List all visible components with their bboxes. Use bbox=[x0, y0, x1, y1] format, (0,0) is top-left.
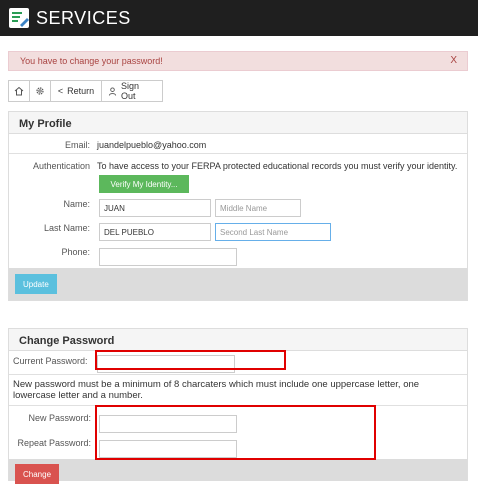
top-navbar: SERVICES bbox=[0, 0, 478, 36]
phone-label: Phone: bbox=[61, 247, 90, 257]
toolbar: < Return Sign Out bbox=[8, 80, 163, 102]
user-icon bbox=[108, 86, 117, 96]
current-password-label: Current Password: bbox=[13, 356, 88, 366]
password-rule-text: New password must be a minimum of 8 char… bbox=[13, 379, 420, 401]
phone-input[interactable] bbox=[99, 248, 237, 266]
settings-button[interactable] bbox=[29, 80, 51, 102]
profile-heading: My Profile bbox=[9, 112, 467, 134]
home-icon bbox=[14, 86, 24, 96]
middle-name-input[interactable] bbox=[215, 199, 301, 217]
last-name-label: Last Name: bbox=[43, 223, 90, 233]
services-logo-icon bbox=[8, 7, 30, 29]
first-name-input[interactable] bbox=[99, 199, 211, 217]
auth-label: Authentication bbox=[32, 161, 90, 171]
highlight-current-password bbox=[95, 350, 286, 370]
new-password-label: New Password: bbox=[28, 413, 91, 423]
divider bbox=[9, 374, 467, 375]
password-footer: Change bbox=[9, 459, 467, 484]
verify-identity-button[interactable]: Verify My Identity... bbox=[99, 175, 189, 193]
password-alert: You have to change your password! X bbox=[8, 51, 468, 71]
gear-icon bbox=[36, 87, 44, 95]
email-label: Email: bbox=[64, 140, 90, 150]
divider bbox=[9, 153, 467, 154]
repeat-password-label: Repeat Password: bbox=[17, 438, 91, 448]
name-label: Name: bbox=[63, 199, 90, 209]
app-title: SERVICES bbox=[36, 8, 131, 28]
second-last-name-input[interactable] bbox=[215, 223, 331, 241]
sign-out-button[interactable]: Sign Out bbox=[101, 80, 163, 102]
last-name-input[interactable] bbox=[99, 223, 211, 241]
highlight-new-passwords bbox=[95, 405, 376, 460]
profile-footer: Update bbox=[9, 268, 467, 300]
chevron-left-icon: < bbox=[57, 86, 64, 96]
return-button[interactable]: < Return bbox=[50, 80, 102, 102]
return-label: Return bbox=[67, 86, 95, 96]
auth-text: To have access to your FERPA protected e… bbox=[97, 161, 458, 171]
alert-close-button[interactable]: X bbox=[450, 55, 457, 66]
email-value: juandelpueblo@yahoo.com bbox=[97, 140, 207, 150]
alert-message: You have to change your password! bbox=[20, 56, 163, 66]
change-button[interactable]: Change bbox=[15, 464, 60, 484]
update-button[interactable]: Update bbox=[15, 274, 57, 294]
home-button[interactable] bbox=[8, 80, 30, 102]
profile-panel: My Profile Email: juandelpueblo@yahoo.co… bbox=[8, 111, 468, 301]
password-heading: Change Password bbox=[9, 329, 467, 351]
sign-out-label: Sign Out bbox=[121, 81, 140, 101]
